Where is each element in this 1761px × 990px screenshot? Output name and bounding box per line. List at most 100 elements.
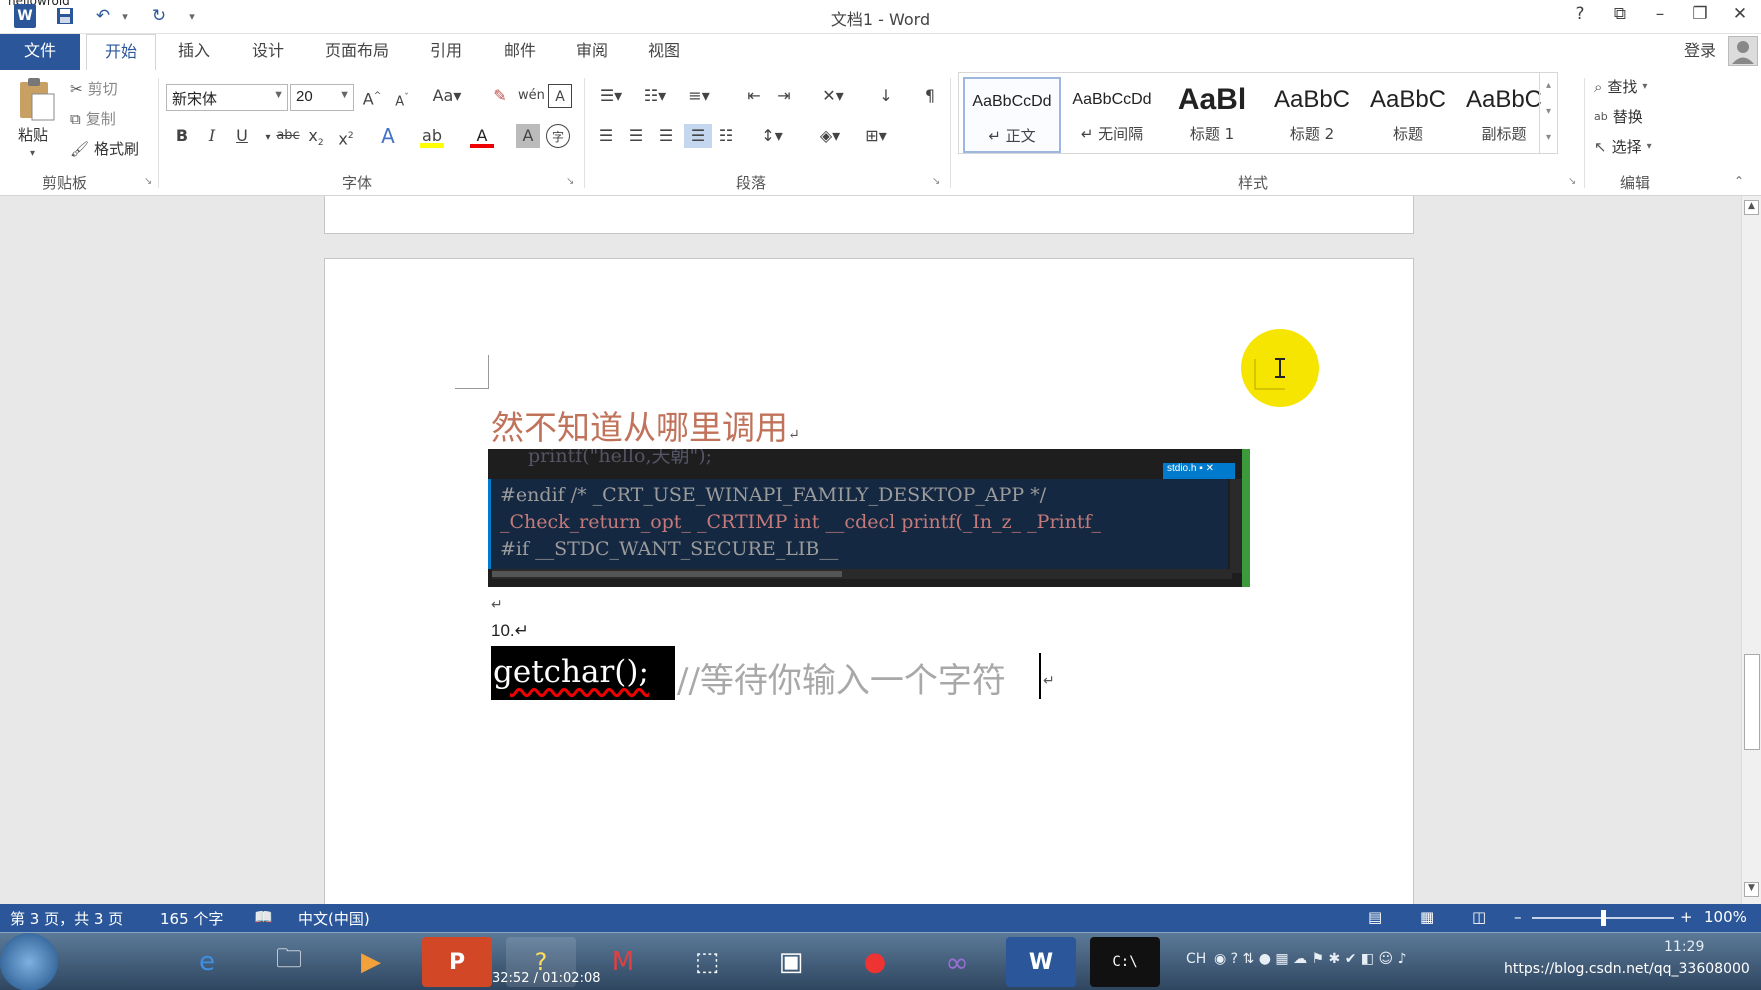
text-effects-icon[interactable]: A: [376, 124, 400, 148]
strikethrough-icon[interactable]: abc: [276, 124, 300, 148]
dialog-launcher-icon[interactable]: ↘: [1568, 176, 1576, 187]
font-name-combo[interactable]: 新宋体 ▼: [166, 84, 288, 111]
scroll-thumb[interactable]: [1744, 654, 1760, 750]
visual-studio-icon[interactable]: ∞: [922, 937, 992, 987]
tray-icons[interactable]: ◉ ? ⇅ ● ▦ ☁ ⚑ ✱ ✔ ◧ ☺ ♪: [1214, 951, 1407, 967]
style-title[interactable]: AaBbC 标题: [1359, 77, 1457, 153]
cut-button[interactable]: ✂ 剪切: [70, 78, 118, 99]
read-mode-icon[interactable]: ▤: [1368, 908, 1382, 926]
style-no-spacing[interactable]: AaBbCcDd ↵ 无间隔: [1063, 77, 1161, 153]
clock[interactable]: 11:29: [1664, 939, 1704, 955]
bold-icon[interactable]: B: [170, 124, 194, 148]
style-normal[interactable]: AaBbCcDd ↵ 正文: [963, 77, 1061, 153]
superscript-icon[interactable]: x2: [334, 124, 358, 148]
align-center-icon[interactable]: ☰: [624, 124, 648, 148]
paste-dropdown-icon[interactable]: ▾: [30, 148, 35, 159]
sort-icon[interactable]: ↓: [874, 84, 898, 108]
vertical-scrollbar[interactable]: ▲ ▼: [1741, 196, 1761, 904]
word-count[interactable]: 165 个字: [160, 908, 223, 929]
zoom-slider[interactable]: [1532, 910, 1674, 926]
tab-design[interactable]: 设计: [240, 34, 296, 70]
increase-indent-icon[interactable]: ⇥: [772, 84, 796, 108]
font-color-icon[interactable]: A: [470, 124, 494, 148]
help-button[interactable]: ?: [1565, 4, 1595, 28]
record-icon[interactable]: ●: [840, 937, 910, 987]
align-right-icon[interactable]: ☰: [654, 124, 678, 148]
avatar[interactable]: [1728, 36, 1758, 66]
underline-icon[interactable]: U: [230, 124, 254, 148]
page-count[interactable]: 第 3 页，共 3 页: [10, 908, 123, 929]
multilevel-list-icon[interactable]: ≡▾: [682, 84, 716, 108]
heading-paragraph[interactable]: 然不知道从哪里调用↵: [491, 401, 800, 449]
minimize-button[interactable]: –: [1645, 4, 1675, 28]
tab-mailings[interactable]: 邮件: [492, 34, 548, 70]
distributed-icon[interactable]: ☷: [714, 124, 738, 148]
media-player-icon[interactable]: ▶: [336, 937, 406, 987]
select-button[interactable]: ↖ 选择 ▾: [1594, 136, 1652, 157]
highlight-icon[interactable]: ab: [420, 124, 444, 148]
zoom-in-icon[interactable]: +: [1680, 908, 1693, 926]
proofing-icon[interactable]: 📖: [254, 908, 273, 926]
numbering-icon[interactable]: ☷▾: [638, 84, 672, 108]
print-layout-icon[interactable]: ▦: [1420, 908, 1434, 926]
enclose-characters-icon[interactable]: 字: [546, 124, 570, 148]
subscript-icon[interactable]: x2: [304, 124, 328, 148]
close-button[interactable]: ✕: [1725, 4, 1755, 28]
start-button[interactable]: [0, 933, 58, 990]
line-spacing-icon[interactable]: ↕▾: [754, 124, 790, 148]
gallery-scroll[interactable]: ▴ ▾ ▾: [1539, 73, 1557, 153]
clear-format-icon[interactable]: ✎: [488, 84, 512, 108]
dialog-launcher-icon[interactable]: ↘: [144, 176, 152, 187]
scroll-down-button[interactable]: ▼: [1744, 882, 1759, 897]
bullets-icon[interactable]: ☰▾: [594, 84, 628, 108]
dialog-launcher-icon[interactable]: ↘: [932, 176, 940, 187]
replace-button[interactable]: ab 替换: [1594, 106, 1643, 127]
tab-home[interactable]: 开始: [86, 34, 156, 70]
word-icon[interactable]: W: [1006, 937, 1076, 987]
character-border-icon[interactable]: A: [548, 84, 572, 108]
ie-icon[interactable]: e: [172, 937, 242, 987]
tab-references[interactable]: 引用: [418, 34, 474, 70]
web-layout-icon[interactable]: ◫: [1472, 908, 1486, 926]
change-case-icon[interactable]: Aa▾: [430, 84, 464, 108]
align-left-icon[interactable]: ☰: [594, 124, 618, 148]
paste-icon[interactable]: [16, 76, 58, 122]
style-heading-1[interactable]: AaBl 标题 1: [1163, 77, 1261, 153]
cmd-icon[interactable]: C:\: [1090, 937, 1160, 987]
tab-file[interactable]: 文件: [0, 34, 80, 70]
folder-icon[interactable]: 🗀: [254, 937, 324, 987]
stdio-tab[interactable]: stdio.h ▪ ✕: [1163, 463, 1235, 479]
code-screenshot[interactable]: printf("hello,天朝"); stdio.h ▪ ✕ #endif /…: [488, 449, 1250, 587]
borders-icon[interactable]: ⊞▾: [858, 124, 894, 148]
zoom-level[interactable]: 100%: [1704, 908, 1747, 926]
ribbon-display-button[interactable]: ⧉: [1605, 4, 1635, 28]
copy-button[interactable]: ⧉ 复制: [70, 108, 116, 129]
find-button[interactable]: ⌕ 查找 ▾: [1594, 76, 1647, 97]
show-marks-icon[interactable]: ¶: [918, 84, 942, 108]
tab-view[interactable]: 视图: [636, 34, 692, 70]
app-icon[interactable]: M: [588, 937, 658, 987]
format-painter-button[interactable]: 🖌 格式刷: [70, 138, 139, 159]
powerpoint-icon[interactable]: P: [422, 937, 492, 987]
restore-button[interactable]: ❐: [1685, 4, 1715, 28]
app-icon[interactable]: ▣: [756, 937, 826, 987]
scroll-up-button[interactable]: ▲: [1744, 200, 1759, 215]
code-highlight-box[interactable]: getchar();: [491, 646, 675, 700]
font-size-combo[interactable]: 20 ▼: [290, 84, 354, 111]
justify-icon[interactable]: ☰: [684, 124, 712, 148]
tab-page-layout[interactable]: 页面布局: [316, 34, 398, 70]
tab-review[interactable]: 审阅: [564, 34, 620, 70]
decrease-indent-icon[interactable]: ⇤: [742, 84, 766, 108]
input-language[interactable]: CH: [1186, 951, 1206, 967]
shrink-font-icon[interactable]: Aˇ: [390, 86, 414, 110]
phonetic-guide-icon[interactable]: wén: [518, 84, 545, 108]
zoom-slider-thumb[interactable]: [1600, 910, 1606, 926]
zoom-out-icon[interactable]: –: [1514, 908, 1522, 926]
login-link[interactable]: 登录: [1676, 34, 1724, 70]
app-icon[interactable]: ⬚: [672, 937, 742, 987]
paste-button[interactable]: 粘贴: [18, 124, 48, 145]
style-heading-2[interactable]: AaBbC 标题 2: [1263, 77, 1361, 153]
shading-icon[interactable]: ◈▾: [812, 124, 848, 148]
italic-icon[interactable]: I: [200, 124, 224, 148]
tab-insert[interactable]: 插入: [166, 34, 222, 70]
